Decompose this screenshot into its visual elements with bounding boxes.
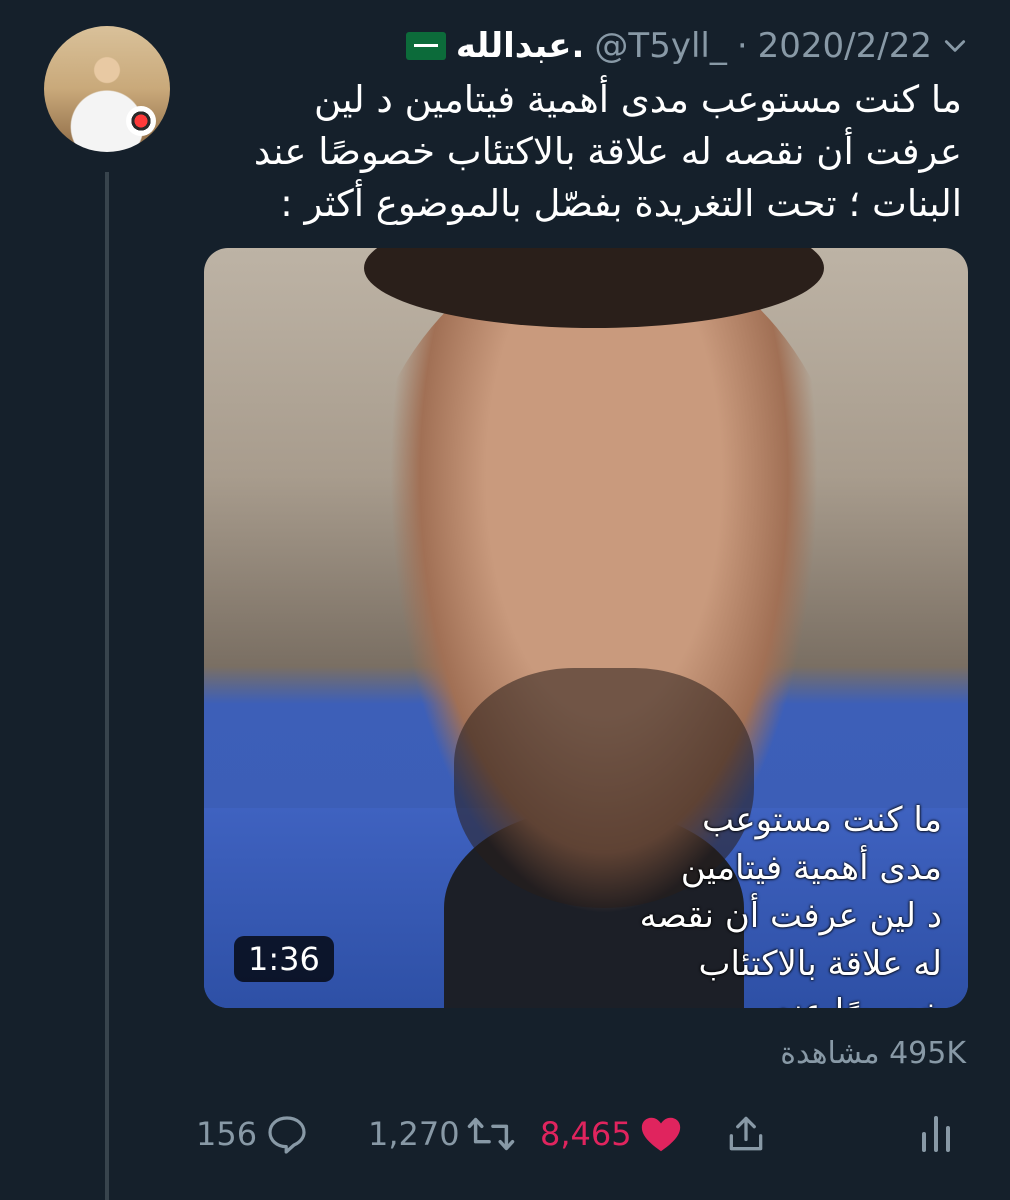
share-icon	[729, 1116, 763, 1151]
reply-count: 156	[196, 1115, 258, 1153]
author-name[interactable]: عبدالله.	[456, 26, 585, 66]
reply-icon	[268, 1116, 306, 1154]
video-caption-overlay: ما كنت مستوعب مدى أهمية فيتامين د لين عر…	[639, 800, 942, 1008]
avatar[interactable]	[44, 26, 170, 152]
tweet-text: ما كنت مستوعب مدى أهمية فيتامين د لين عر…	[253, 78, 962, 225]
like-button[interactable]: 8,465	[540, 1104, 684, 1164]
saudi-flag-icon	[405, 32, 446, 60]
chevron-down-icon[interactable]	[942, 33, 968, 59]
retweet-button[interactable]: 1,270	[368, 1104, 516, 1164]
retweet-count: 1,270	[368, 1115, 460, 1153]
avatar-detail	[126, 106, 156, 136]
thread-line	[105, 172, 109, 1200]
like-count: 8,465	[540, 1115, 632, 1153]
share-button[interactable]	[724, 1104, 768, 1164]
heart-icon	[641, 1117, 680, 1152]
tweet-header: عبدالله. @T5yll_ · 2020/2/22	[400, 22, 982, 70]
video-duration-badge: 1:36	[234, 936, 334, 982]
author-handle[interactable]: @T5yll_	[594, 26, 726, 66]
tweet-date[interactable]: 2020/2/22	[758, 26, 932, 66]
retweet-icon	[467, 1117, 514, 1151]
reply-button[interactable]: 156	[196, 1104, 311, 1164]
tweet-actions: 156 1,270 8,465	[190, 1104, 980, 1164]
video-player[interactable]: ما كنت مستوعب مدى أهمية فيتامين د لين عر…	[204, 248, 968, 1008]
separator-dot: ·	[736, 26, 748, 66]
analytics-icon	[922, 1116, 950, 1152]
view-count: 495K مشاهدة	[780, 1036, 966, 1071]
analytics-button[interactable]	[916, 1104, 956, 1164]
